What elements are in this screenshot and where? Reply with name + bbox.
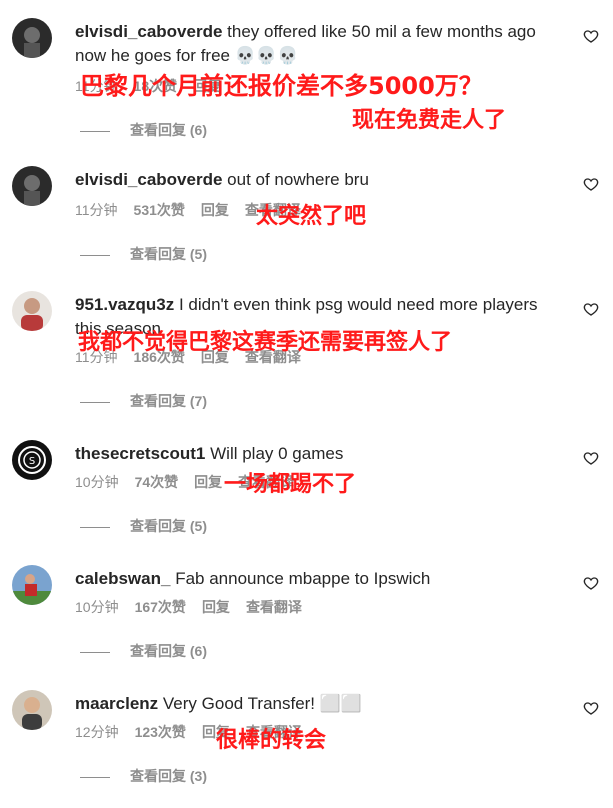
divider	[80, 401, 110, 403]
avatar[interactable]: S	[12, 440, 52, 480]
heart-icon[interactable]	[583, 301, 599, 317]
view-replies-button[interactable]: 查看回复 (7)	[80, 391, 207, 411]
divider	[80, 651, 110, 653]
view-replies-button[interactable]: 查看回复 (3)	[80, 766, 207, 786]
heart-icon[interactable]	[583, 700, 599, 716]
comment-body: elvisdi_caboverde they offered like 50 m…	[75, 20, 565, 68]
comment-username[interactable]: elvisdi_caboverde	[75, 22, 222, 41]
view-replies-button[interactable]: 查看回复 (5)	[80, 244, 207, 264]
comment-text: Fab announce mbappe to Ipswich	[175, 569, 431, 588]
translation-overlay: 一场都踢不了	[224, 472, 357, 497]
view-replies-button[interactable]: 查看回复 (6)	[80, 120, 207, 140]
view-replies-label: 查看回复 (6)	[130, 122, 207, 138]
comment-text: Will play 0 games	[210, 444, 344, 463]
avatar[interactable]	[12, 18, 52, 58]
view-replies-label: 查看回复 (3)	[130, 768, 207, 784]
comment-text: out of nowhere bru	[227, 170, 369, 189]
divider	[80, 776, 110, 778]
comment-body: maarclenz Very Good Transfer! ⬜⬜	[75, 692, 565, 716]
comment-likes[interactable]: 531次赞	[134, 200, 185, 220]
divider	[80, 254, 110, 256]
translation-overlay: 巴黎几个月前还报价差不多5000万？	[80, 72, 483, 100]
heart-icon[interactable]	[583, 575, 599, 591]
comment-likes[interactable]: 123次赞	[135, 722, 186, 742]
svg-text:S: S	[29, 456, 35, 467]
comment-meta: 10分钟 167次赞 回复 查看翻译	[75, 597, 318, 617]
comment-body: elvisdi_caboverde out of nowhere bru	[75, 168, 565, 192]
comment-item: calebswan_ Fab announce mbappe to Ipswic…	[0, 557, 613, 683]
avatar[interactable]	[12, 565, 52, 605]
comment-username[interactable]: thesecretscout1	[75, 444, 205, 463]
comment-username[interactable]: 951.vazqu3z	[75, 295, 174, 314]
heart-icon[interactable]	[583, 176, 599, 192]
translation-overlay: 太突然了吧	[256, 204, 367, 229]
avatar[interactable]	[12, 690, 52, 730]
view-replies-label: 查看回复 (5)	[130, 246, 207, 262]
view-replies-button[interactable]: 查看回复 (6)	[80, 641, 207, 661]
reply-button[interactable]: 回复	[194, 472, 222, 492]
avatar[interactable]	[12, 166, 52, 206]
comment-time: 10分钟	[75, 474, 119, 490]
translation-overlay: 现在免费走人了	[352, 108, 507, 133]
comment-body: calebswan_ Fab announce mbappe to Ipswic…	[75, 567, 565, 591]
comment-body: thesecretscout1 Will play 0 games	[75, 442, 565, 466]
comment-time: 11分钟	[75, 202, 118, 218]
comment-username[interactable]: maarclenz	[75, 694, 158, 713]
divider	[80, 526, 110, 528]
translation-overlay: 很棒的转会	[216, 728, 327, 753]
view-replies-label: 查看回复 (6)	[130, 643, 207, 659]
see-translation-button[interactable]: 查看翻译	[246, 597, 302, 617]
view-replies-button[interactable]: 查看回复 (5)	[80, 516, 207, 536]
avatar[interactable]	[12, 291, 52, 331]
comment-text: Very Good Transfer! ⬜⬜	[162, 694, 363, 713]
comment-time: 12分钟	[75, 724, 119, 740]
reply-button[interactable]: 回复	[201, 200, 229, 220]
comment-username[interactable]: calebswan_	[75, 569, 170, 588]
comment-time: 10分钟	[75, 599, 119, 615]
heart-icon[interactable]	[583, 28, 599, 44]
comment-username[interactable]: elvisdi_caboverde	[75, 170, 222, 189]
reply-button[interactable]: 回复	[202, 597, 230, 617]
view-replies-label: 查看回复 (7)	[130, 393, 207, 409]
comment-likes[interactable]: 74次赞	[135, 472, 179, 492]
divider	[80, 130, 110, 132]
translation-overlay: 我都不觉得巴黎这赛季还需要再签人了	[78, 330, 453, 355]
comment-likes[interactable]: 167次赞	[135, 597, 186, 617]
heart-icon[interactable]	[583, 450, 599, 466]
view-replies-label: 查看回复 (5)	[130, 518, 207, 534]
